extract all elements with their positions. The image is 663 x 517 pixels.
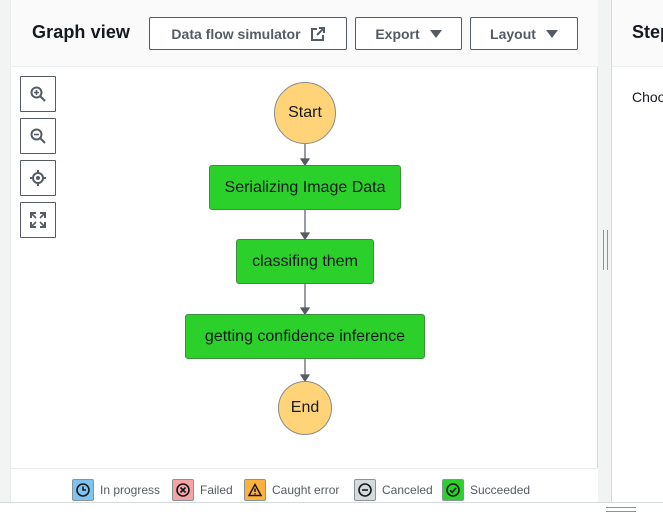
legend-canceled-label: Canceled xyxy=(382,483,433,497)
bottom-resize-strip[interactable] xyxy=(0,502,663,517)
node-step3-label: getting confidence inference xyxy=(204,327,406,345)
legend-caught-error: Caught error xyxy=(244,479,339,501)
bottom-grip-icon[interactable] xyxy=(606,507,636,512)
legend-caught-error-label: Caught error xyxy=(272,483,340,497)
node-start-label: Start xyxy=(288,104,322,121)
legend-failed-label: Failed xyxy=(200,483,233,497)
node-getting-confidence-inference[interactable]: getting confidence inference xyxy=(185,314,425,359)
warning-icon xyxy=(244,479,266,501)
step-detail-header: Step xyxy=(612,0,663,67)
node-end[interactable]: End xyxy=(278,381,332,435)
legend-in-progress-label: In progress xyxy=(100,483,161,497)
node-serializing-image-data[interactable]: Serializing Image Data xyxy=(209,165,401,210)
legend-failed: Failed xyxy=(172,479,233,501)
graph-view-screen: Graph view Data flow simulator Export La… xyxy=(0,0,663,517)
splitter-grip-icon[interactable] xyxy=(603,230,608,270)
status-legend: In progress Failed Caught error Canceled xyxy=(11,468,599,502)
node-start[interactable]: Start xyxy=(274,82,336,144)
node-classifing-them[interactable]: classifing them xyxy=(236,239,374,284)
failed-x-icon xyxy=(172,479,194,501)
legend-in-progress: In progress xyxy=(72,479,160,501)
step-detail-body: Choo xyxy=(632,89,663,105)
legend-succeeded-label: Succeeded xyxy=(470,483,531,497)
step-detail-panel: Step Choo xyxy=(611,0,663,502)
node-end-label: End xyxy=(290,399,320,416)
node-step1-label: Serializing Image Data xyxy=(224,178,386,196)
node-step2-label: classifing them xyxy=(252,252,358,270)
legend-canceled: Canceled xyxy=(354,479,433,501)
check-icon xyxy=(442,479,464,501)
legend-succeeded: Succeeded xyxy=(442,479,530,501)
graph-panel: Graph view Data flow simulator Export La… xyxy=(10,0,599,502)
clock-icon xyxy=(72,479,94,501)
step-detail-title: Step xyxy=(632,22,663,42)
canceled-icon xyxy=(354,479,376,501)
